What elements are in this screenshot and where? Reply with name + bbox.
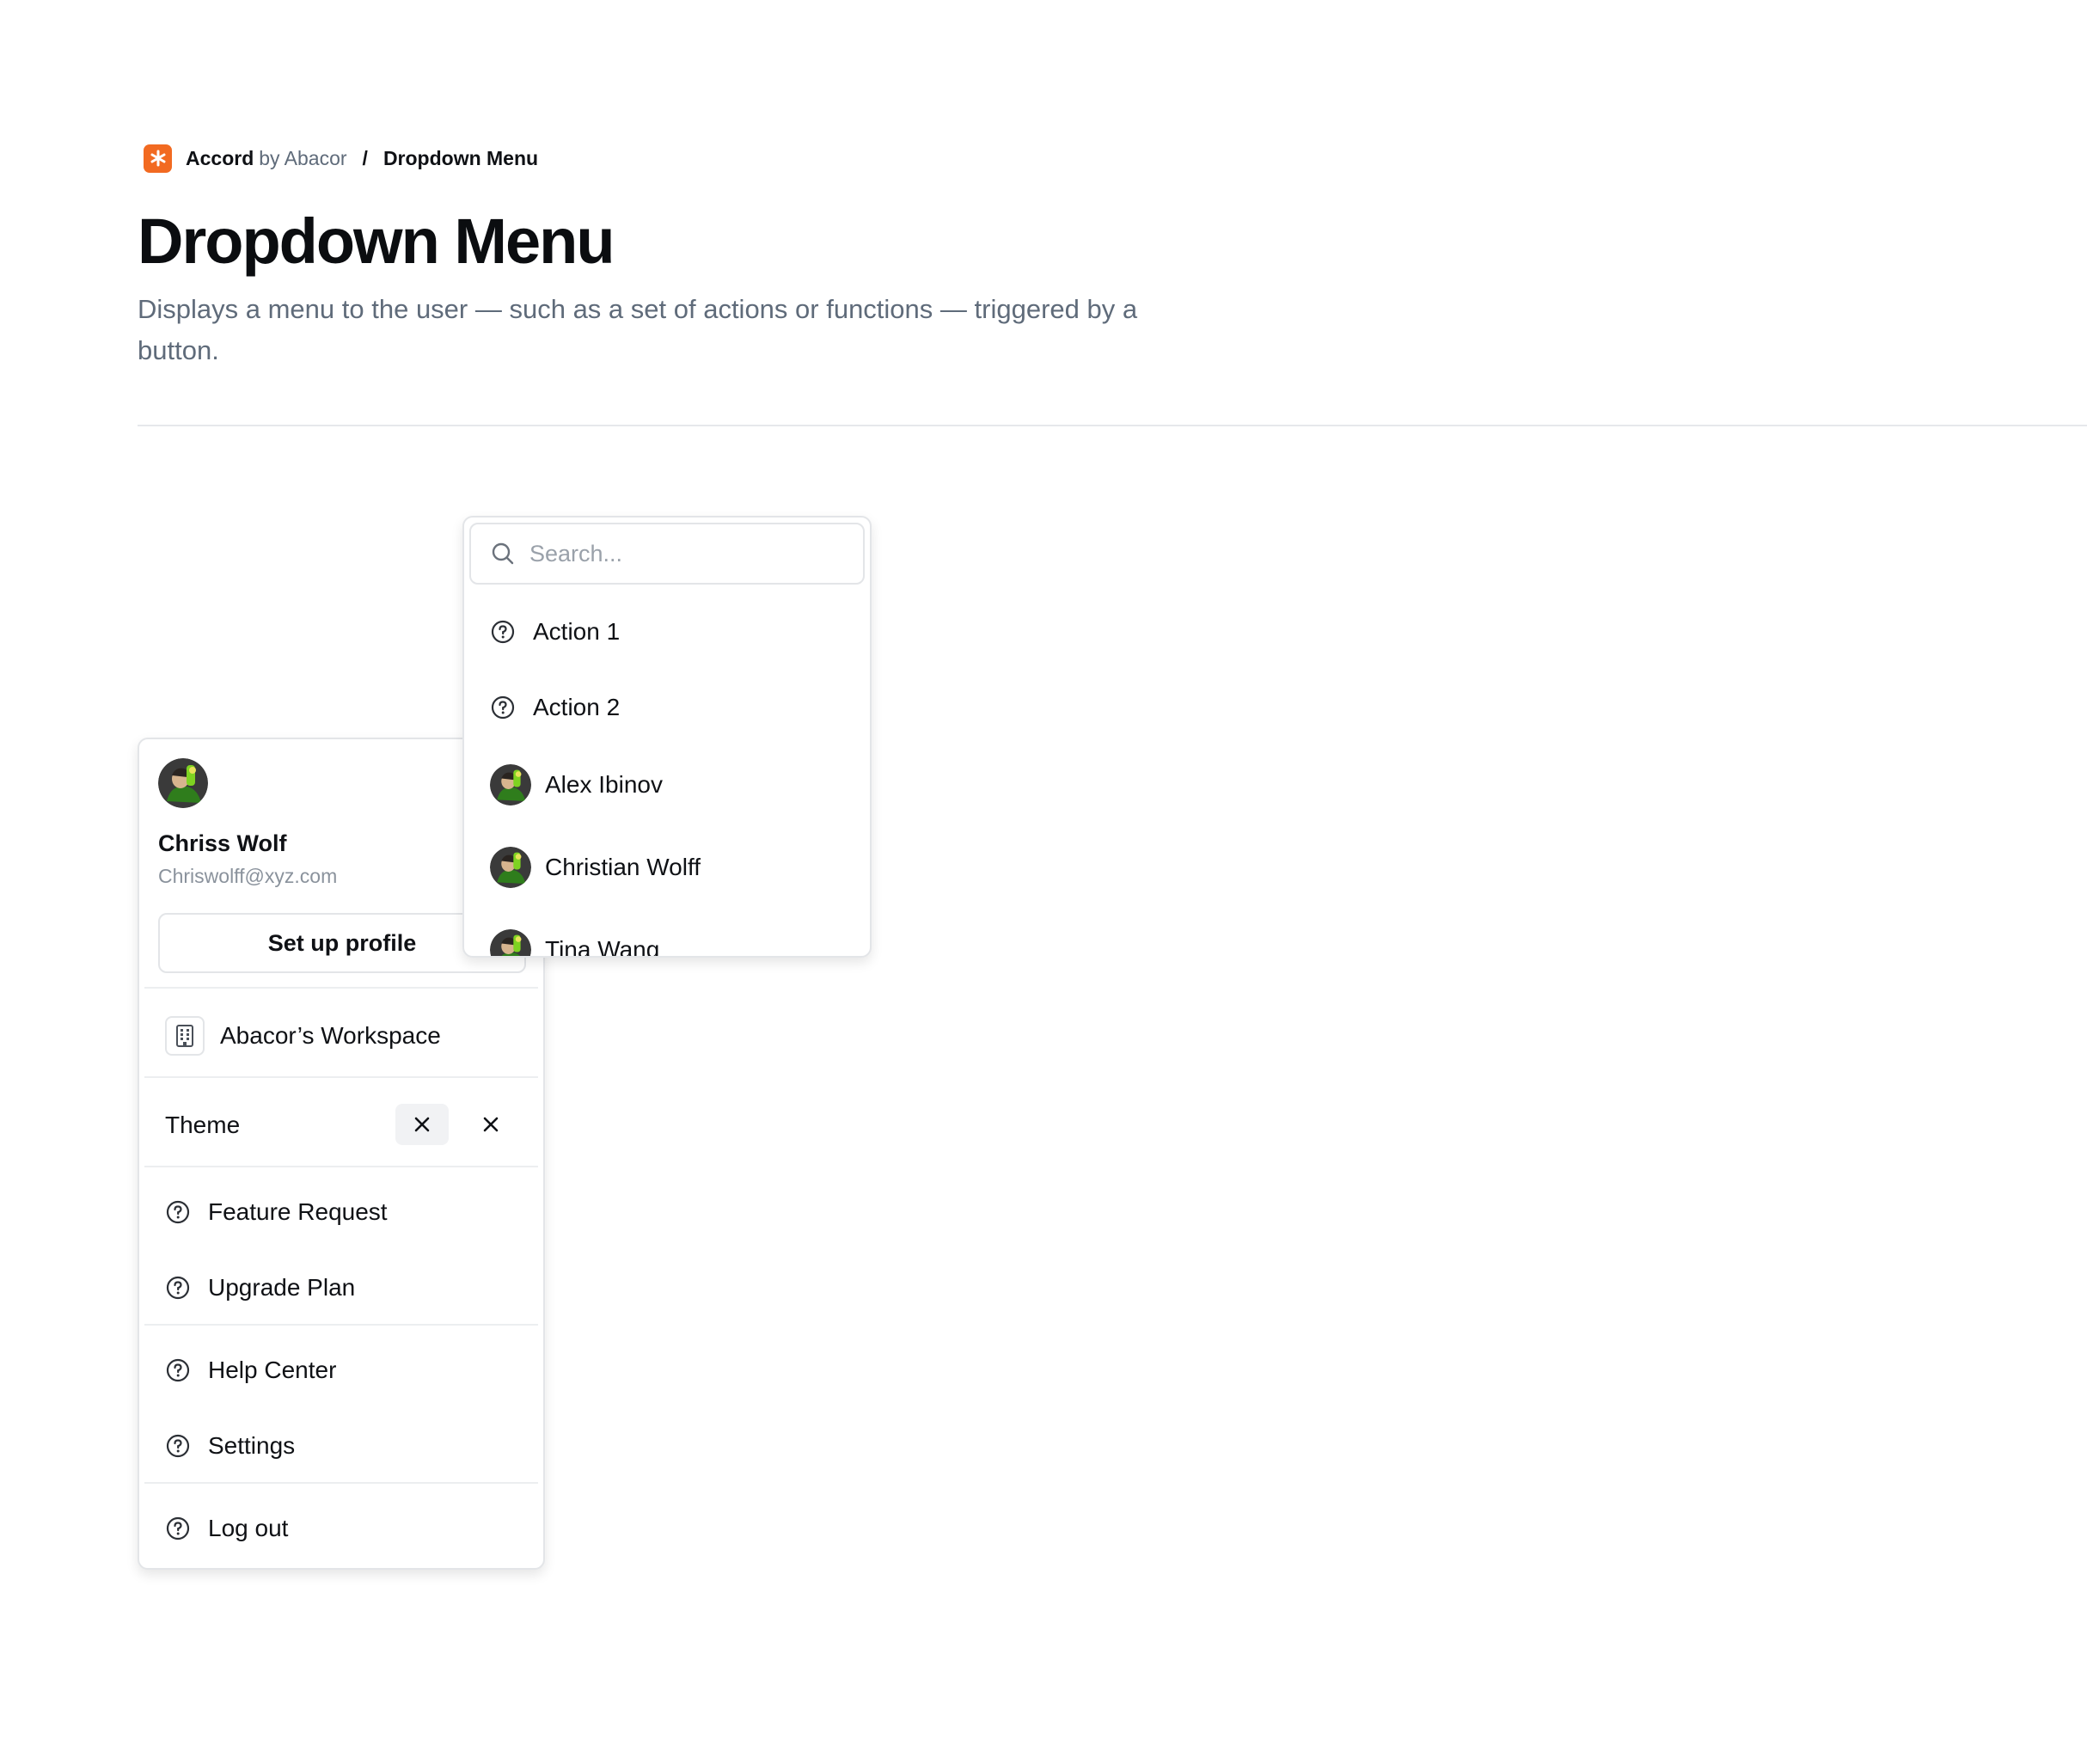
breadcrumb-separator: / bbox=[362, 146, 368, 169]
help-circle-icon bbox=[165, 1199, 191, 1225]
breadcrumb: Accord by Abacor / Dropdown Menu bbox=[144, 143, 538, 174]
menu-item-label: Upgrade Plan bbox=[208, 1274, 356, 1301]
menu-item-help-center[interactable]: Help Center bbox=[165, 1351, 336, 1389]
menu-item-label: Log out bbox=[208, 1515, 289, 1541]
person-name: Alex Ibinov bbox=[545, 771, 663, 798]
search-icon bbox=[492, 542, 514, 565]
search-menu-item-label: Action 2 bbox=[533, 694, 621, 720]
close-icon bbox=[483, 1117, 499, 1132]
search-dropdown-menu: Action 1 Action 2 Alex Ibinov bbox=[462, 516, 872, 958]
menu-item-label: Help Center bbox=[208, 1357, 337, 1383]
search-menu-person-tina-wang[interactable]: Tina Wang bbox=[490, 928, 660, 958]
user-avatar[interactable] bbox=[158, 758, 208, 808]
accord-logo-icon[interactable] bbox=[144, 144, 172, 173]
menu-separator bbox=[144, 1324, 538, 1326]
user-name: Chriss Wolf bbox=[158, 830, 287, 856]
page-description: Displays a menu to the user — such as a … bbox=[138, 294, 1138, 365]
menu-item-upgrade-plan[interactable]: Upgrade Plan bbox=[165, 1269, 355, 1307]
person-avatar bbox=[490, 847, 531, 888]
page-title: Dropdown Menu bbox=[138, 205, 615, 277]
building-icon bbox=[165, 1016, 205, 1056]
breadcrumb-brand-link[interactable]: Accord bbox=[186, 147, 254, 170]
menu-item-label: Feature Request bbox=[208, 1198, 388, 1225]
search-field[interactable] bbox=[469, 523, 865, 585]
person-avatar bbox=[490, 764, 531, 805]
workspace-label: Abacor’s Workspace bbox=[220, 1022, 441, 1049]
theme-label: Theme bbox=[165, 1112, 241, 1138]
search-menu-item-action-1[interactable]: Action 1 bbox=[490, 610, 620, 653]
avatar-image-icon bbox=[490, 764, 531, 805]
menu-separator bbox=[144, 1166, 538, 1167]
help-circle-icon bbox=[165, 1357, 191, 1383]
search-menu-item-action-2[interactable]: Action 2 bbox=[490, 686, 620, 729]
user-email: Chriswolff@xyz.com bbox=[158, 865, 338, 887]
search-menu-person-christian-wolff[interactable]: Christian Wolff bbox=[490, 846, 701, 889]
avatar-image-icon bbox=[158, 758, 208, 808]
search-menu-item-label: Action 1 bbox=[533, 618, 621, 645]
theme-row: Theme bbox=[165, 1104, 526, 1147]
menu-separator bbox=[144, 987, 538, 989]
help-circle-icon bbox=[165, 1433, 191, 1459]
menu-item-log-out[interactable]: Log out bbox=[165, 1510, 288, 1547]
menu-separator bbox=[144, 1482, 538, 1484]
search-input[interactable] bbox=[528, 539, 858, 568]
breadcrumb-current-page: Dropdown Menu bbox=[383, 146, 539, 169]
avatar-image-icon bbox=[490, 847, 531, 888]
theme-option-button-2[interactable] bbox=[464, 1104, 517, 1145]
person-name: Christian Wolff bbox=[545, 854, 701, 880]
search-menu-person-alex-ibinov[interactable]: Alex Ibinov bbox=[490, 763, 663, 806]
theme-option-button-1[interactable] bbox=[395, 1104, 449, 1145]
menu-item-label: Settings bbox=[208, 1432, 296, 1459]
help-circle-icon bbox=[165, 1516, 191, 1541]
header-divider bbox=[138, 425, 2087, 426]
workspace-item[interactable]: Abacor’s Workspace bbox=[165, 1014, 441, 1057]
menu-item-feature-request[interactable]: Feature Request bbox=[165, 1193, 388, 1231]
person-name: Tina Wang bbox=[545, 936, 660, 958]
menu-item-settings[interactable]: Settings bbox=[165, 1427, 295, 1465]
close-icon bbox=[414, 1117, 430, 1132]
person-avatar bbox=[490, 929, 531, 956]
help-circle-icon bbox=[165, 1275, 191, 1301]
help-circle-icon bbox=[490, 619, 516, 645]
avatar-image-icon bbox=[490, 929, 531, 956]
menu-separator bbox=[144, 1076, 538, 1078]
breadcrumb-brand-owner[interactable]: by Abacor bbox=[259, 147, 346, 170]
help-circle-icon bbox=[490, 695, 516, 720]
